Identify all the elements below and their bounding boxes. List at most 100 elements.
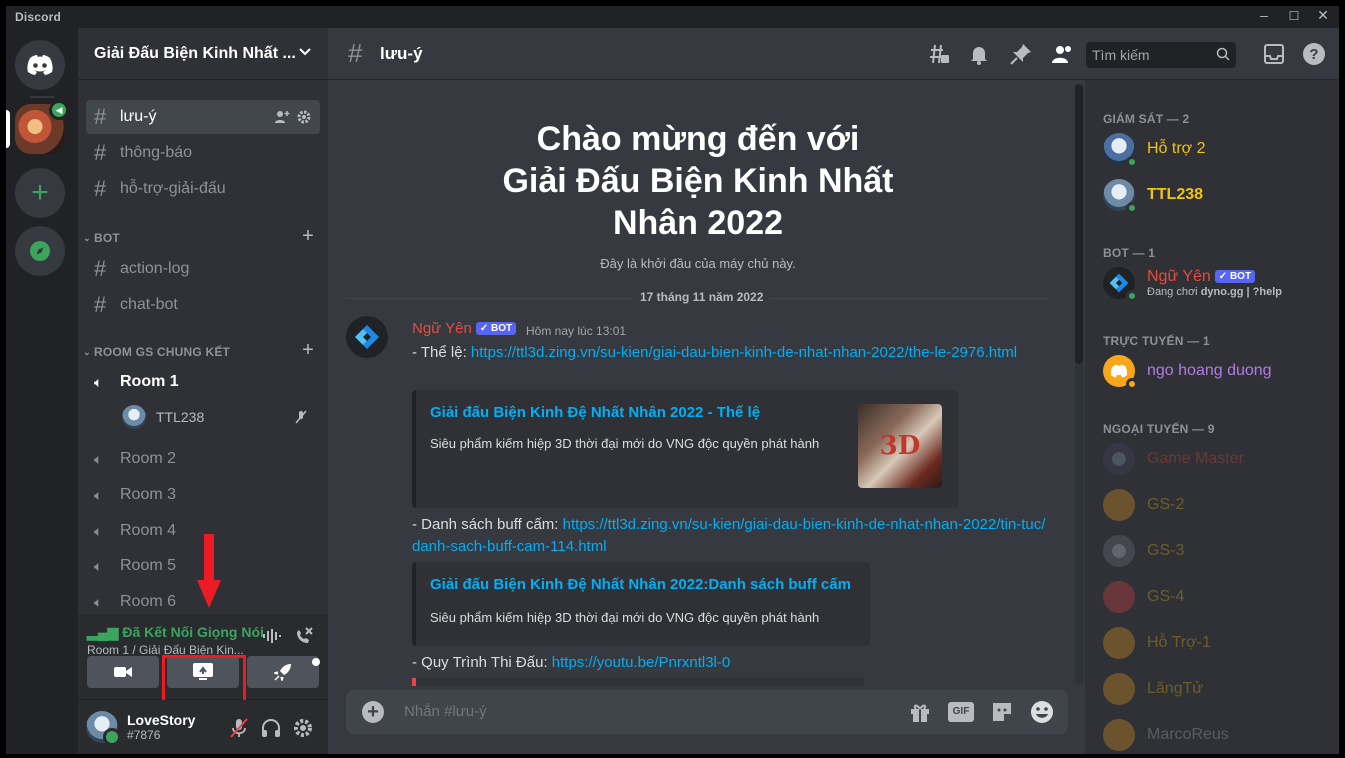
category-room-gs[interactable]: ⌄ ROOM GS CHUNG KẾT + [80,339,320,361]
partial-embed [412,678,864,686]
threads-icon[interactable] [926,42,950,66]
add-channel-icon[interactable]: + [302,339,314,362]
member-name: Hỗ Trợ-1 [1147,634,1211,651]
message-line-banned-buffs: - Danh sách buff cấm: https://ttl3d.zing… [412,514,1052,558]
close-button[interactable]: ✕ [1312,7,1334,24]
search-input[interactable]: Tìm kiếm [1086,42,1236,68]
speaker-icon: 🔈︎ [94,486,103,503]
voice-user[interactable]: TTL238 [122,403,318,431]
channel-action-log[interactable]: # action-log [86,252,320,286]
channel-header: # lưu-ý Tìm kiếm ? [328,28,1339,80]
muted-mic-icon [295,410,307,424]
member-lang-tu[interactable]: LãngTử [1103,668,1333,710]
add-server-button[interactable]: + [15,168,65,218]
voice-channel-room-1[interactable]: 🔈︎ Room 1 [86,365,320,399]
bot-badge: ✓ BOT [475,322,517,335]
member-gs-3[interactable]: GS-3 [1103,530,1333,572]
bell-icon[interactable] [967,42,991,66]
server-icon-bien-kinh[interactable]: ◀ [6,100,69,154]
member-ho-tro-1[interactable]: Hỗ Trợ-1 [1103,622,1333,664]
help-icon[interactable]: ? [1302,42,1326,66]
member-name: GS-4 [1147,588,1185,605]
message-author[interactable]: Ngữ Yên ✓ BOT [412,320,517,337]
avatar [122,405,146,429]
idle-status [1126,378,1138,390]
voice-channel-label: Room 6 [120,593,177,610]
disconnect-icon[interactable] [294,626,314,646]
speaker-icon: 🔈︎ [94,557,103,574]
sticker-icon[interactable] [990,700,1014,724]
settings-gear-icon[interactable] [292,717,314,739]
bot-avatar[interactable] [346,316,388,358]
emoji-icon[interactable] [1030,700,1054,724]
maximize-button[interactable]: ☐ [1283,9,1305,23]
speaker-icon: 🔈︎ [94,373,103,390]
member-gs-4[interactable]: GS-4 [1103,576,1333,618]
schedule-link[interactable]: https://youtu.be/Pnrxntl3l-0 [552,654,730,671]
video-button[interactable] [87,656,159,688]
discord-window: Discord – ☐ ✕ ◀ + Giải Đấu Biện Kinh Nhấ… [6,6,1339,754]
channel-luu-y[interactable]: # lưu-ý [86,100,320,134]
activity-button[interactable] [247,656,319,688]
speaker-icon: 🔈︎ [94,450,103,467]
voice-channel-room-2[interactable]: 🔈︎ Room 2 [86,442,320,476]
embed-thumbnail[interactable]: 3D [858,404,942,488]
server-header[interactable]: Giải Đấu Biện Kinh Nhất ... [78,28,328,80]
user-tag: #7876 [127,728,161,742]
noise-suppression-icon[interactable] [262,628,282,644]
member-ngu-yen-bot[interactable]: Ngữ Yên ✓ BOT Đang chơi dyno.gg | ?help [1103,262,1333,304]
pin-icon[interactable] [1009,42,1033,66]
embed-title[interactable]: Giải đấu Biện Kinh Đệ Nhất Nhân 2022 - T… [430,404,760,421]
rail-separator [30,96,54,98]
explore-servers-button[interactable] [15,226,65,276]
dyno-logo-icon [355,325,379,349]
embed-title[interactable]: Giải đấu Biện Kinh Đệ Nhất Nhân 2022:Dan… [430,576,851,593]
home-button[interactable] [15,40,65,90]
member-marco-reus[interactable]: MarcoReus [1103,714,1333,754]
gift-icon[interactable] [908,700,932,724]
message-composer[interactable]: + Nhắn #lưu-ý GIF [346,690,1068,734]
member-ngo-hoang-duong[interactable]: ngo hoang duong [1103,350,1333,392]
minimize-button[interactable]: – [1253,7,1275,23]
channel-ho-tro-giai-dau[interactable]: # hỗ-trợ-giải-đấu [86,172,320,206]
channel-thong-bao[interactable]: # thông-báo [86,136,320,170]
member-ho-tro-2[interactable]: Hỗ trợ 2 [1103,128,1333,170]
member-gs-2[interactable]: GS-2 [1103,484,1333,526]
chat-scrollbar[interactable] [1075,84,1083,684]
member-name: Game Master [1147,450,1244,467]
member-game-master[interactable]: Game Master [1103,438,1333,480]
bot-badge: ✓ BOT [1214,270,1256,283]
voice-channel-room-3[interactable]: 🔈︎ Room 3 [86,478,320,512]
date-divider: 17 tháng 11 năm 2022 [346,290,1050,304]
gif-button[interactable]: GIF [948,702,974,722]
gear-icon[interactable] [296,109,312,125]
channel-label: hỗ-trợ-giải-đấu [120,180,226,197]
member-category-giam-sat: GIÁM SÁT — 2 [1103,112,1190,126]
add-channel-icon[interactable]: + [302,225,314,248]
chevron-down-icon [299,48,311,56]
rules-link[interactable]: https://ttl3d.zing.vn/su-kien/giai-dau-b… [471,344,1017,361]
welcome-title-line-1: Chào mừng đến với [536,120,860,158]
server-rail: ◀ + [6,28,78,754]
scrollbar-thumb[interactable] [1075,84,1083,364]
user-name-block[interactable]: LoveStory #7876 [127,712,195,742]
member-ttl238[interactable]: TTL238 [1103,174,1333,216]
headphones-icon[interactable] [260,717,282,739]
user-avatar[interactable] [86,711,121,746]
attach-plus-icon[interactable]: + [362,701,384,723]
link-embed-banned-buffs: Giải đấu Biện Kinh Đệ Nhất Nhân 2022:Dan… [412,562,870,646]
inbox-icon[interactable] [1262,42,1286,66]
avatar [1103,133,1138,168]
mute-mic-icon[interactable] [228,717,250,739]
member-name: Ngữ Yên [1147,268,1211,285]
selected-pill [6,110,10,148]
invite-icon[interactable] [274,109,290,125]
category-bot[interactable]: ⌄ BOT + [80,225,320,247]
speaker-icon: 🔈︎ [94,593,103,610]
channel-chat-bot[interactable]: # chat-bot [86,288,320,322]
member-list-icon[interactable] [1050,42,1074,66]
voice-channel-label: Room 4 [120,522,177,539]
welcome-subtitle: Đây là khởi đầu của máy chủ này. [600,256,796,271]
voice-channel-label: Room 5 [120,557,177,574]
svg-text:?: ? [1309,46,1318,63]
